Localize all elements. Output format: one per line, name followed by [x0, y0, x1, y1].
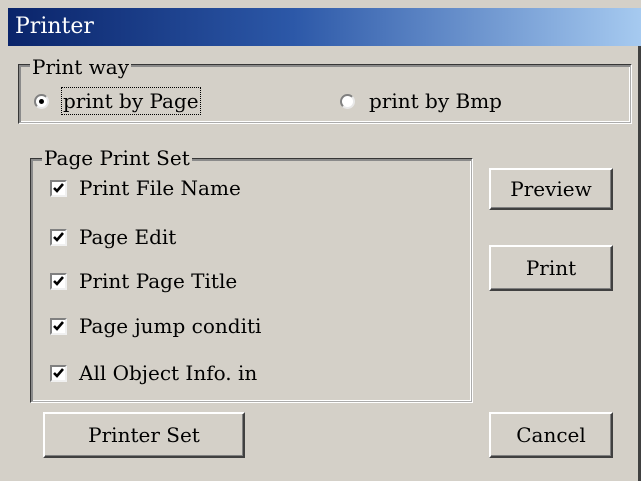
radio-label-print-by-page: print by Page	[61, 87, 201, 115]
checkbox-page-edit[interactable]: Page Edit	[50, 224, 176, 250]
radio-selected-icon[interactable]	[34, 93, 49, 109]
checkbox-label: Print File Name	[79, 176, 241, 200]
checkbox-label: All Object Info. in	[79, 361, 258, 385]
print-button-label: Print	[525, 256, 577, 280]
checkbox-checked-icon[interactable]	[50, 272, 67, 290]
checkbox-print-file-name[interactable]: Print File Name	[50, 175, 241, 201]
checkbox-checked-icon[interactable]	[50, 228, 67, 246]
checkbox-all-object-info[interactable]: All Object Info. in	[50, 360, 257, 386]
checkbox-print-page-title[interactable]: Print Page Title	[50, 268, 237, 294]
radio-print-by-page[interactable]: print by Page	[34, 87, 201, 115]
radio-print-by-bmp[interactable]: print by Bmp	[340, 89, 502, 113]
print-button[interactable]: Print	[489, 245, 613, 291]
printer-dialog: Printer Print way print by Page print by…	[0, 0, 641, 481]
checkbox-label: Print Page Title	[79, 269, 238, 293]
cancel-button-label: Cancel	[516, 423, 586, 447]
checkbox-label: Page jump conditi	[79, 314, 262, 338]
checkbox-page-jump-condition[interactable]: Page jump conditi	[50, 313, 261, 339]
radio-label-print-by-bmp: print by Bmp	[369, 89, 502, 113]
preview-button[interactable]: Preview	[489, 168, 613, 210]
checkbox-checked-icon[interactable]	[50, 317, 67, 335]
checkbox-checked-icon[interactable]	[50, 179, 67, 197]
preview-button-label: Preview	[510, 177, 592, 201]
cancel-button[interactable]: Cancel	[489, 412, 613, 458]
checkbox-checked-icon[interactable]	[50, 364, 67, 382]
page-print-set-legend: Page Print Set	[42, 146, 192, 170]
printer-set-button[interactable]: Printer Set	[43, 412, 245, 458]
checkbox-label: Page Edit	[79, 225, 177, 249]
printer-set-button-label: Printer Set	[88, 423, 200, 447]
print-way-legend: Print way	[30, 55, 132, 79]
window-title: Printer	[15, 14, 94, 39]
title-bar[interactable]: Printer	[8, 8, 641, 46]
radio-unselected-icon[interactable]	[340, 93, 355, 109]
